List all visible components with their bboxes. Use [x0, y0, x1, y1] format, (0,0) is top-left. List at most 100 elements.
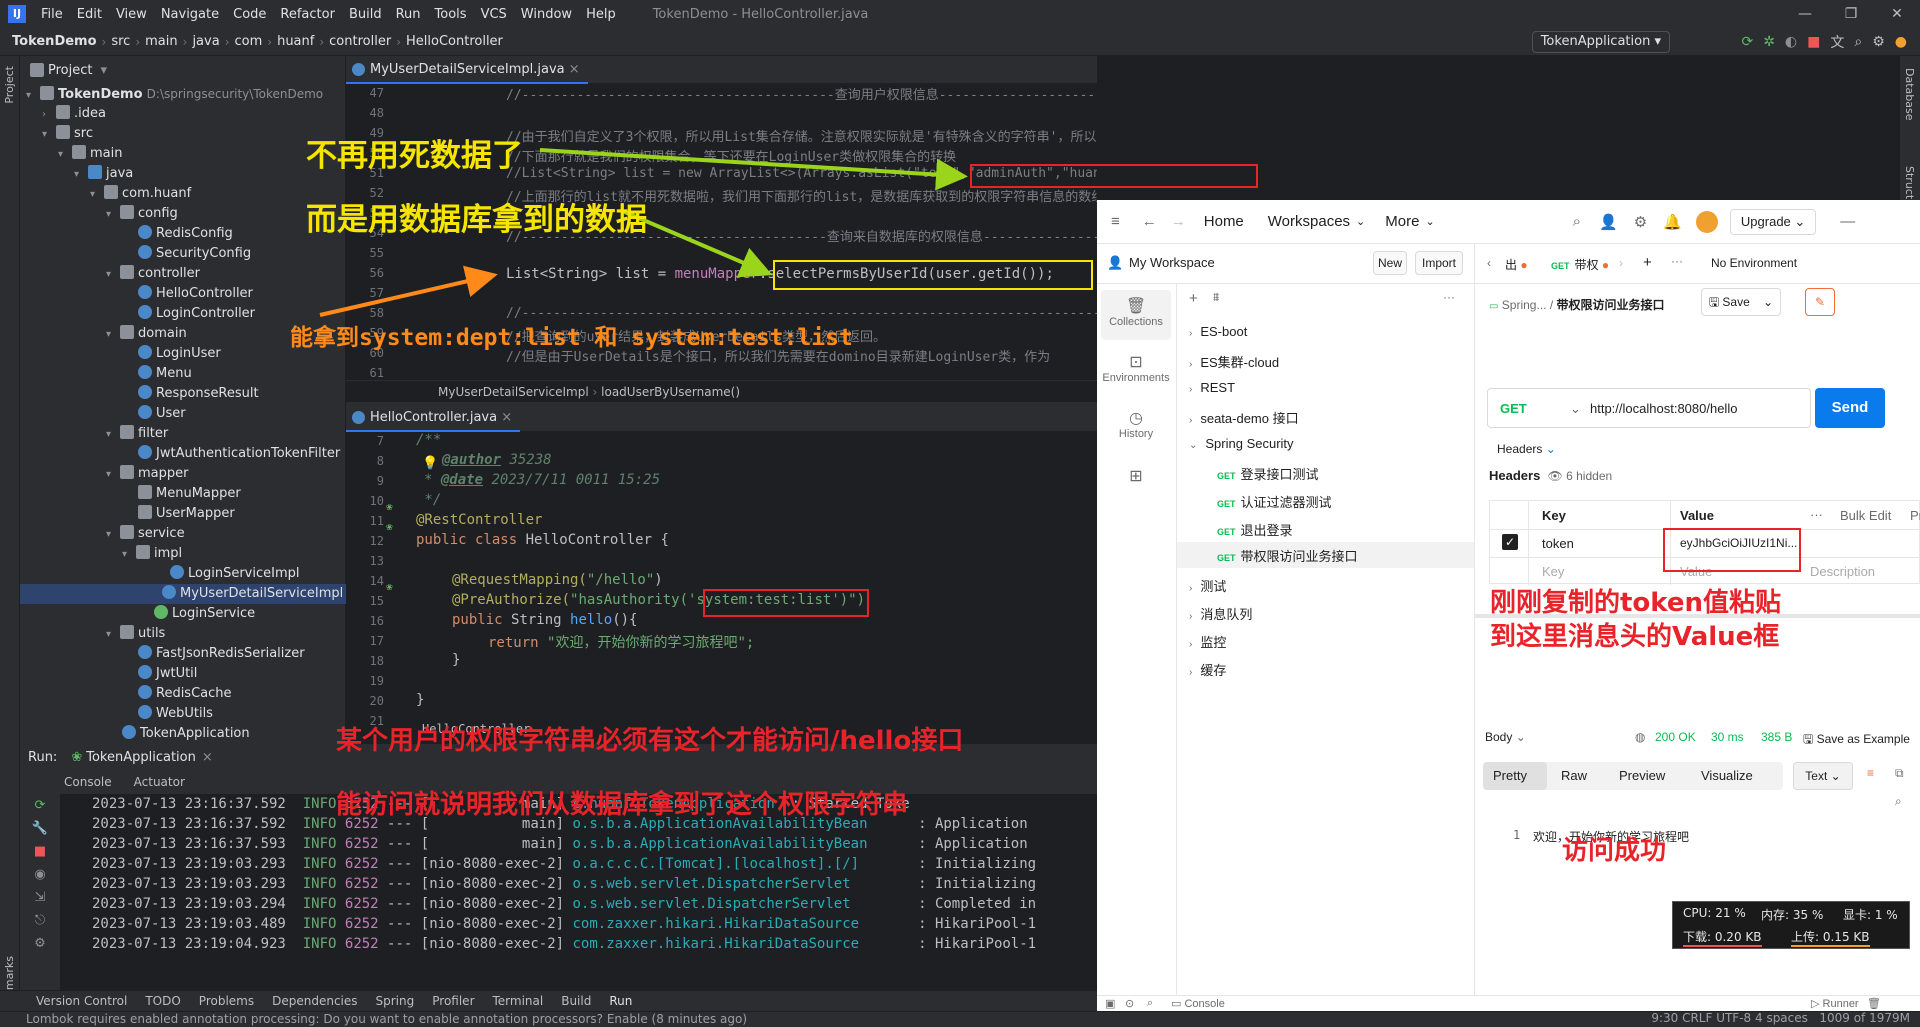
- gpu-usage: 显卡: 1 %: [1843, 908, 1898, 922]
- line-number: 1: [1513, 828, 1521, 842]
- environment-select[interactable]: No Environment: [1711, 256, 1797, 270]
- collection-item[interactable]: › REST: [1189, 380, 1235, 395]
- collection-item-open[interactable]: ⌄ Spring Security: [1189, 436, 1294, 451]
- search-icon[interactable]: ⌕: [1895, 794, 1902, 809]
- upload-speed: 上传: 0.15 KB: [1791, 928, 1870, 947]
- response-bar: Body ⌄ ◍ 200 OK 30 ms 385 B 🖫 Save as Ex…: [1475, 724, 1920, 754]
- new-tab-icon[interactable]: +: [1643, 254, 1652, 271]
- edit-icon[interactable]: ✎: [1805, 288, 1835, 316]
- collection-item[interactable]: › 监控: [1189, 632, 1226, 651]
- collection-item[interactable]: › ES-boot: [1189, 324, 1247, 339]
- collection-item[interactable]: › 测试: [1189, 576, 1226, 595]
- filter-icon[interactable]: ⩩: [1213, 290, 1219, 305]
- wrap-icon[interactable]: ≡: [1867, 766, 1874, 780]
- tabs-more-icon[interactable]: ···: [1671, 254, 1683, 268]
- hidden-headers-toggle[interactable]: 👁 6 hidden: [1548, 469, 1613, 483]
- rail-history[interactable]: ◷ History: [1101, 402, 1171, 452]
- format-select[interactable]: Text ⌄: [1793, 762, 1853, 790]
- bell-icon[interactable]: 🔔: [1663, 213, 1682, 231]
- headers-section: Headers 👁 6 hidden: [1489, 468, 1613, 483]
- annotation-text: 某个用户的权限字符串必须有这个才能访问/hello接口: [336, 726, 964, 756]
- col-value: Value: [1680, 508, 1714, 523]
- request-item[interactable]: GET 登录接口测试: [1217, 464, 1319, 483]
- url-input[interactable]: http://localhost:8080/hello: [1590, 401, 1737, 416]
- tab-visualize[interactable]: Visualize: [1701, 768, 1753, 783]
- minimize-icon[interactable]: —: [1840, 213, 1855, 230]
- header-key[interactable]: token: [1542, 536, 1574, 551]
- collections-tree: + ⩩ ··· › ES-boot › ES集群-cloud › REST › seat…: [1177, 284, 1475, 995]
- tab-raw[interactable]: Raw: [1561, 768, 1587, 783]
- annotation-text: 而是用数据库拿到的数据: [306, 202, 647, 238]
- body-tab[interactable]: Body ⌄: [1485, 730, 1526, 744]
- globe-icon: ◍: [1635, 730, 1646, 744]
- forward-icon[interactable]: →: [1171, 213, 1186, 230]
- back-icon[interactable]: ←: [1142, 213, 1157, 230]
- memory-usage: 内存: 35 %: [1761, 908, 1824, 922]
- url-bar: GET ⌄ http://localhost:8080/hello: [1487, 388, 1811, 428]
- rail-environments[interactable]: ⊡ Environments: [1101, 346, 1171, 396]
- status-icon[interactable]: ⊙: [1125, 997, 1134, 1010]
- tab-logout[interactable]: 出 ●: [1505, 256, 1528, 273]
- hamburger-icon[interactable]: ≡: [1111, 213, 1120, 230]
- import-button[interactable]: Import: [1415, 251, 1463, 275]
- tab-preview[interactable]: Preview: [1619, 768, 1665, 783]
- search-icon[interactable]: ⌕: [1573, 213, 1581, 230]
- new-button[interactable]: New: [1373, 251, 1407, 275]
- upgrade-button[interactable]: Upgrade ⌄: [1729, 208, 1817, 235]
- save-example[interactable]: 🖫 Save as Example: [1803, 730, 1910, 751]
- save-button[interactable]: 🖫 Save ⌄: [1701, 288, 1781, 316]
- runner-button[interactable]: ▷ Runner: [1811, 997, 1859, 1010]
- chevron-down-icon[interactable]: ⌄: [1425, 215, 1434, 228]
- more-icon[interactable]: ···: [1810, 507, 1823, 522]
- new-key-placeholder[interactable]: Key: [1542, 564, 1564, 579]
- arrow-green: [539, 148, 968, 191]
- tab-headers[interactable]: Headers ⌄: [1497, 442, 1556, 456]
- request-item-selected[interactable]: GET 带权限访问业务接口: [1177, 542, 1474, 568]
- more-icon[interactable]: ···: [1443, 290, 1455, 304]
- method-select[interactable]: GET: [1500, 401, 1527, 416]
- save-icon: 🖫: [1708, 295, 1720, 309]
- sidebar-toggle-icon[interactable]: ▣: [1105, 997, 1115, 1010]
- request-item[interactable]: GET 退出登录: [1217, 520, 1293, 539]
- postman-header: ≡ ← → Home Workspaces ⌄ More ⌄ ⌕ 👤 ⚙ 🔔 Upg…: [1097, 200, 1920, 244]
- highlight-box: [1663, 528, 1801, 572]
- add-icon[interactable]: +: [1189, 290, 1198, 307]
- system-monitor-widget: CPU: 21 % 内存: 35 % 显卡: 1 % 下载: 0.20 KB 上…: [1672, 901, 1910, 949]
- copy-icon[interactable]: ⧉: [1895, 766, 1904, 781]
- request-item[interactable]: GET 认证过滤器测试: [1217, 492, 1332, 511]
- console-button[interactable]: ▭ Console: [1171, 997, 1225, 1010]
- avatar[interactable]: [1695, 210, 1718, 233]
- tab-current[interactable]: GET 带权 ●: [1551, 256, 1609, 273]
- nav-workspaces[interactable]: Workspaces: [1268, 213, 1350, 230]
- collection-item[interactable]: › 缓存: [1189, 660, 1226, 679]
- rail-collections[interactable]: 🗑 Collections: [1101, 290, 1171, 340]
- tabs-left-icon[interactable]: ‹: [1487, 256, 1491, 270]
- send-button[interactable]: Send: [1815, 388, 1885, 428]
- user-icon: 👤: [1107, 255, 1124, 270]
- search-icon[interactable]: ⌕: [1147, 997, 1153, 1010]
- settings-icon[interactable]: ⚙: [1634, 213, 1647, 231]
- workspace-name[interactable]: My Workspace: [1129, 255, 1215, 270]
- collection-item[interactable]: › ES集群-cloud: [1189, 352, 1279, 371]
- bulk-edit[interactable]: Bulk Edit: [1840, 508, 1891, 523]
- invite-icon[interactable]: 👤: [1599, 213, 1618, 231]
- rail-apps[interactable]: ⊞: [1101, 460, 1171, 490]
- nav-home[interactable]: Home: [1204, 213, 1244, 230]
- new-desc-placeholder[interactable]: Description: [1810, 564, 1875, 579]
- col-key: Key: [1542, 508, 1566, 523]
- collection-item[interactable]: › 消息队列: [1189, 604, 1252, 623]
- apps-icon: ⊞: [1129, 468, 1143, 485]
- presets[interactable]: Pr: [1910, 508, 1920, 523]
- request-tabs: ‹ 出 ● GET 带权 ● › + ··· No Environment: [1475, 244, 1920, 284]
- tabs-right-icon[interactable]: ›: [1619, 256, 1623, 270]
- arrow-orange: [319, 265, 498, 317]
- nav-more[interactable]: More: [1385, 213, 1419, 230]
- trash-icon[interactable]: 🗑: [1867, 997, 1881, 1010]
- header-checkbox[interactable]: ✓: [1502, 534, 1518, 550]
- request-breadcrumb: ▭ Spring... / 带权限访问业务接口: [1489, 298, 1665, 312]
- chevron-down-icon[interactable]: ⌄: [1356, 215, 1365, 228]
- response-time: 30 ms: [1711, 730, 1744, 744]
- collection-item[interactable]: › seata-demo 接口: [1189, 408, 1299, 427]
- tab-pretty[interactable]: Pretty: [1483, 762, 1547, 790]
- chevron-down-icon[interactable]: ⌄: [1570, 401, 1581, 417]
